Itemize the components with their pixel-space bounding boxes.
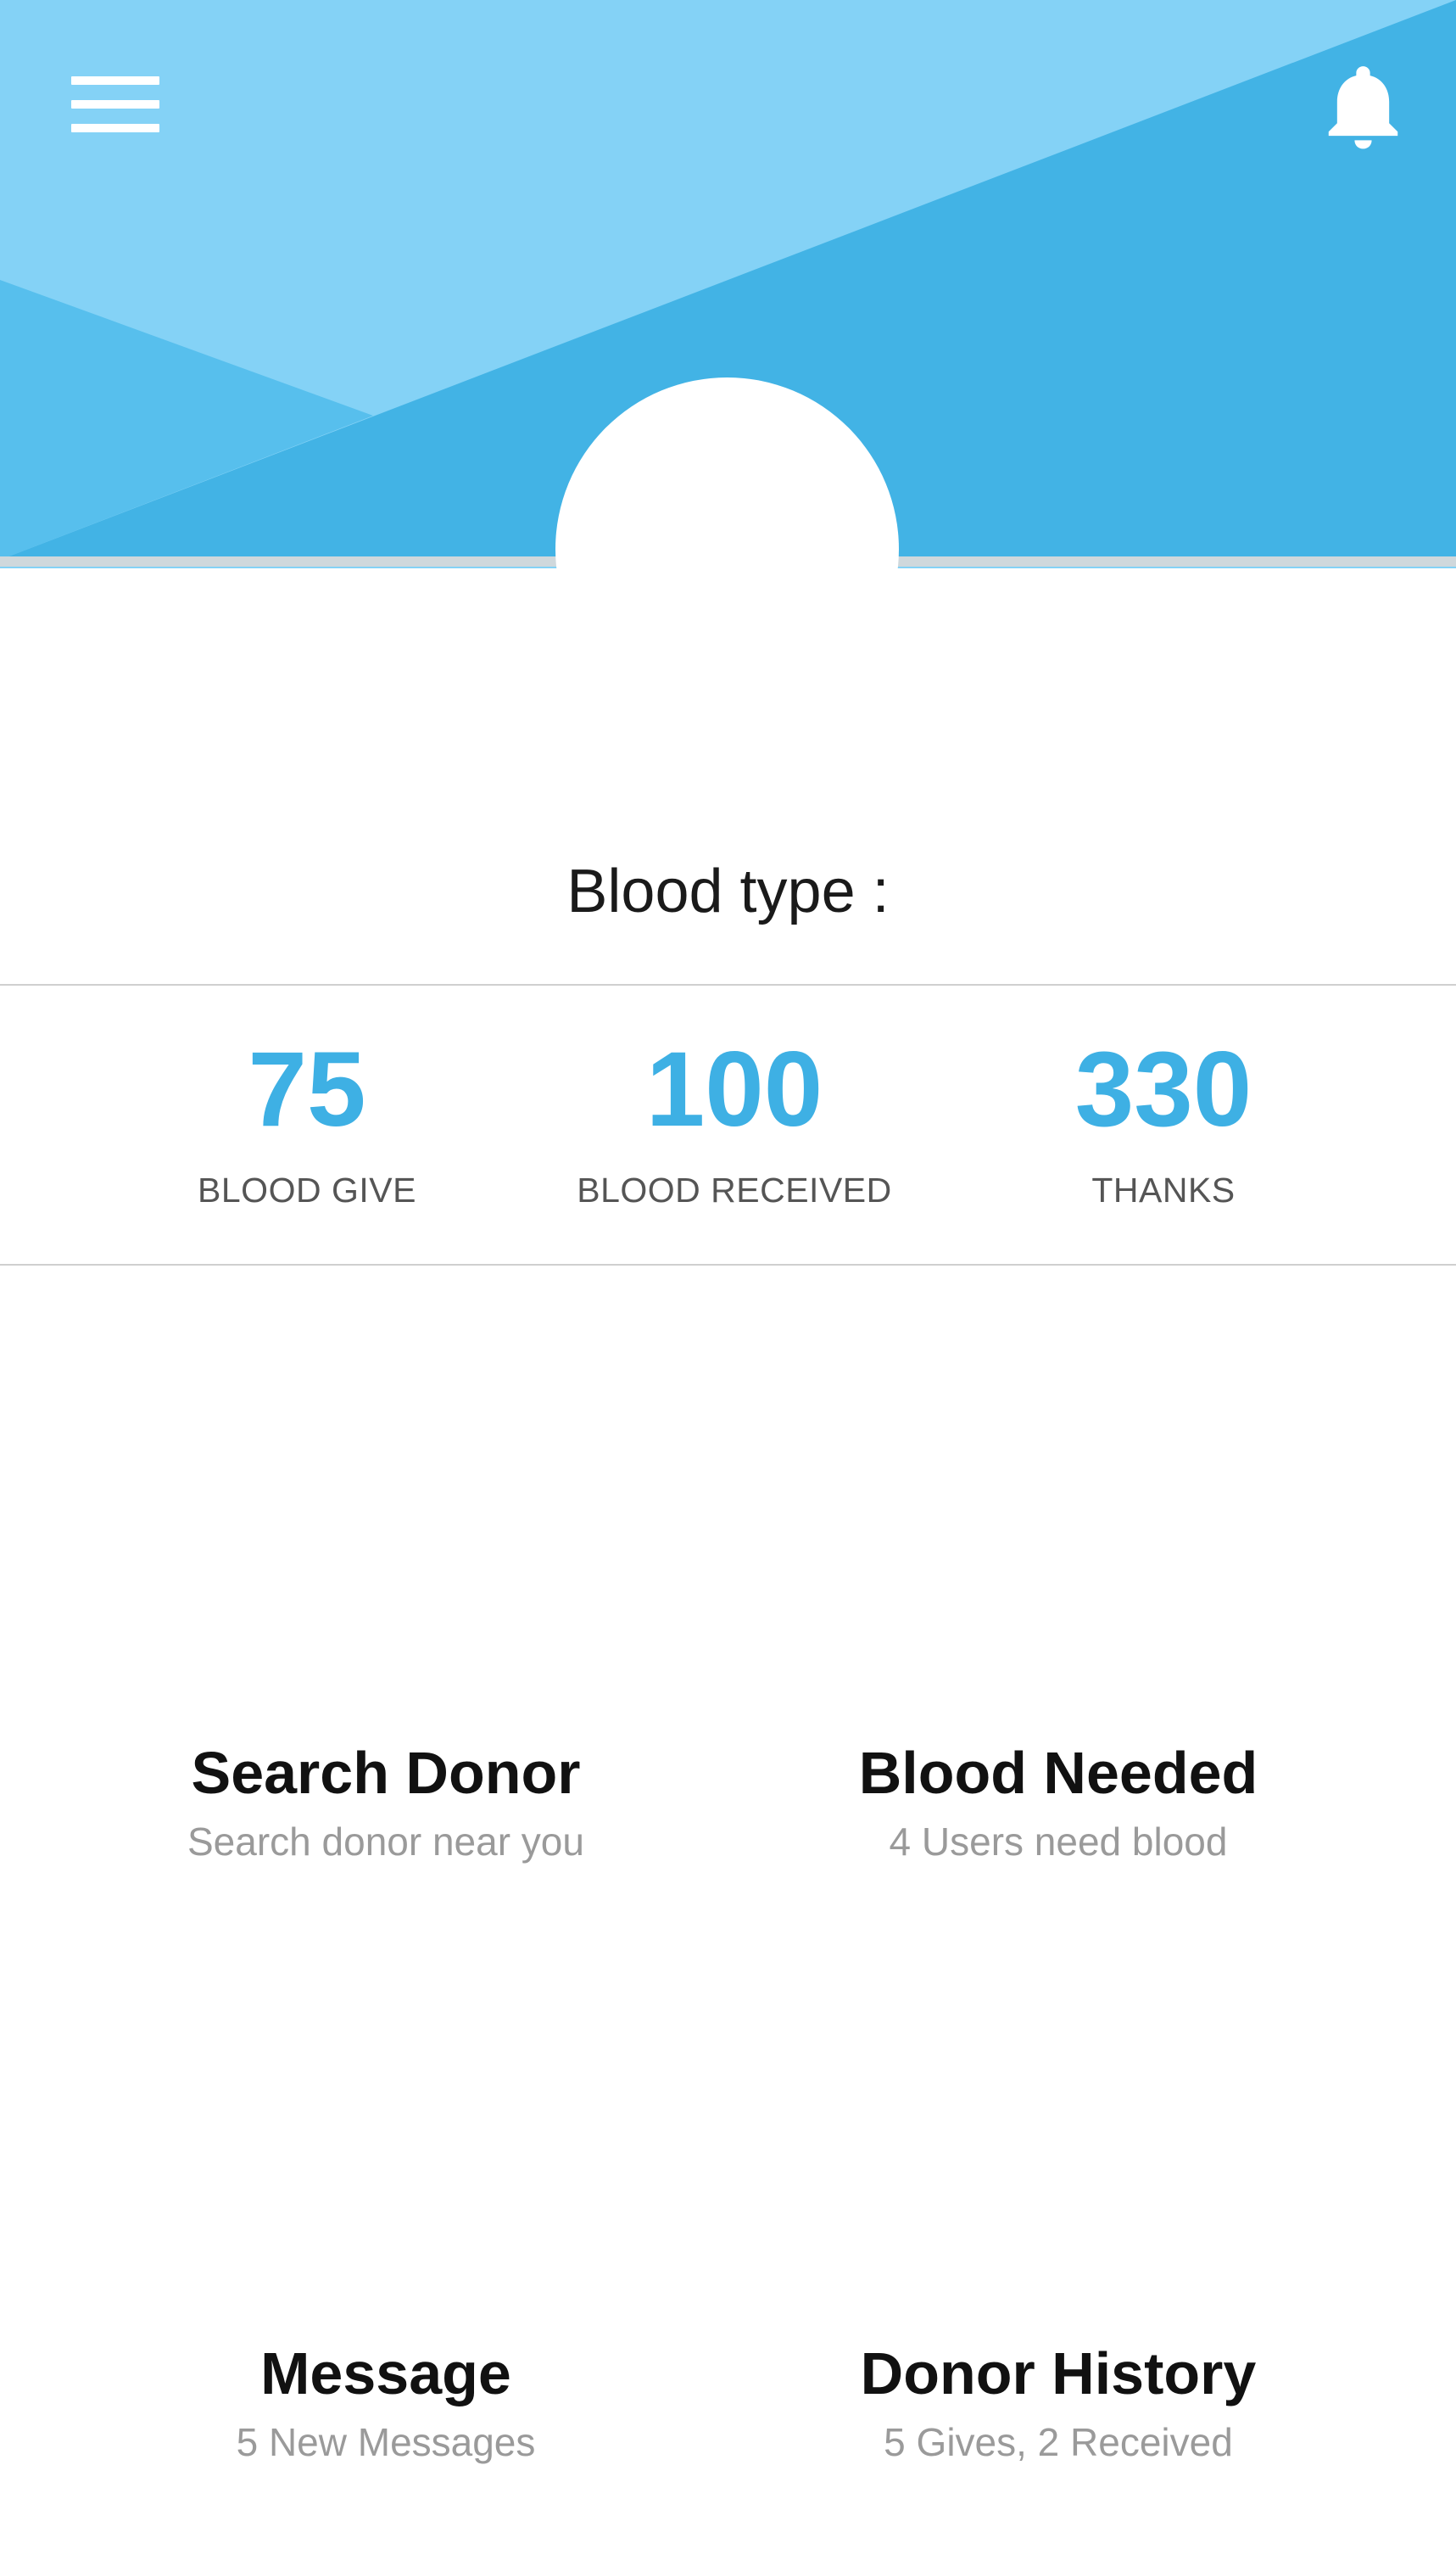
tile-subtitle: Search donor near you [187, 1820, 584, 1864]
stat-label: THANKS [1091, 1171, 1236, 1210]
hamburger-menu-icon [71, 76, 159, 85]
tile-title: Message [260, 2340, 511, 2406]
divider-bottom [0, 1264, 1456, 1266]
tile-subtitle: 5 Gives, 2 Received [884, 2420, 1233, 2464]
tile-title: Blood Needed [858, 1740, 1258, 1806]
dashboard-screen: Blood type : 75 BLOOD GIVE 100 BLOOD REC… [0, 0, 1456, 2549]
stat-label: BLOOD RECEIVED [577, 1171, 892, 1210]
tile-title: Search Donor [191, 1740, 581, 1806]
bell-icon [1328, 66, 1398, 149]
stat-value: 100 [645, 1031, 823, 1149]
stat-blood-give: 75 BLOOD GIVE [95, 1031, 519, 1214]
stat-blood-received: 100 BLOOD RECEIVED [522, 1031, 946, 1214]
tile-subtitle: 5 New Messages [236, 2420, 536, 2464]
blood-type-label: Blood type : [566, 858, 890, 925]
message-tile[interactable]: Message 5 New Messages [47, 2335, 725, 2469]
stat-value: 330 [1074, 1031, 1252, 1149]
stat-value: 75 [248, 1031, 366, 1149]
tile-subtitle: 4 Users need blood [889, 1820, 1228, 1864]
divider-top [0, 984, 1456, 986]
notification-button[interactable] [1314, 59, 1412, 157]
avatar[interactable] [555, 377, 899, 721]
stat-thanks: 330 THANKS [951, 1031, 1375, 1214]
stat-label: BLOOD GIVE [198, 1171, 416, 1210]
blood-needed-tile[interactable]: Blood Needed 4 Users need blood [719, 1735, 1397, 1869]
tile-title: Donor History [860, 2340, 1257, 2406]
menu-button[interactable] [59, 68, 161, 144]
search-donor-tile[interactable]: Search Donor Search donor near you [47, 1735, 725, 1869]
donor-history-tile[interactable]: Donor History 5 Gives, 2 Received [719, 2335, 1397, 2469]
